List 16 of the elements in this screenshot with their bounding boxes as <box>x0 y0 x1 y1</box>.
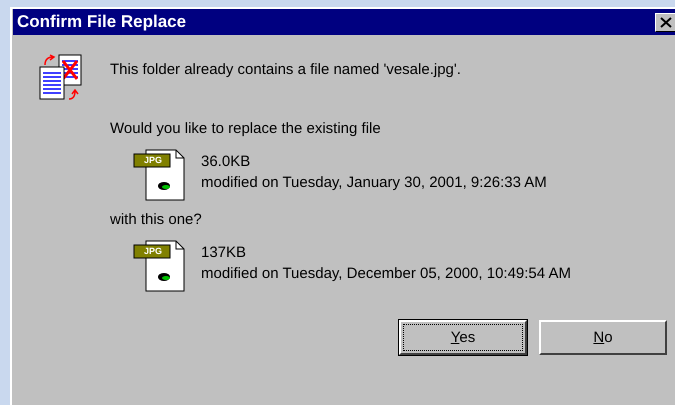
modified-date: modified on Tuesday, December 05, 2000, 10:49:54 AM <box>201 265 571 282</box>
file-size: 36.0KB <box>201 153 252 170</box>
dialog-button[interactable]: No <box>539 320 667 355</box>
close-button[interactable] <box>655 12 675 32</box>
close-icon <box>660 16 672 28</box>
question-text: Would you like to replace the existing file <box>110 120 382 137</box>
jpg-file-icon <box>133 240 187 292</box>
modified-date: modified on Tuesday, January 30, 2001, 9:26:33 AM <box>201 174 547 191</box>
file-type-label: JPG <box>142 246 163 257</box>
question-text: with this one? <box>110 211 203 228</box>
message-text: This folder already contains a file named 'vesale.jpg'. <box>110 61 461 78</box>
file-size: 137KB <box>201 244 248 261</box>
file-type-label: JPG <box>142 155 163 166</box>
jpg-file-icon <box>133 149 187 201</box>
window-title: Confirm File Replace <box>16 12 186 32</box>
dialog-button[interactable]: Yes <box>399 320 527 355</box>
